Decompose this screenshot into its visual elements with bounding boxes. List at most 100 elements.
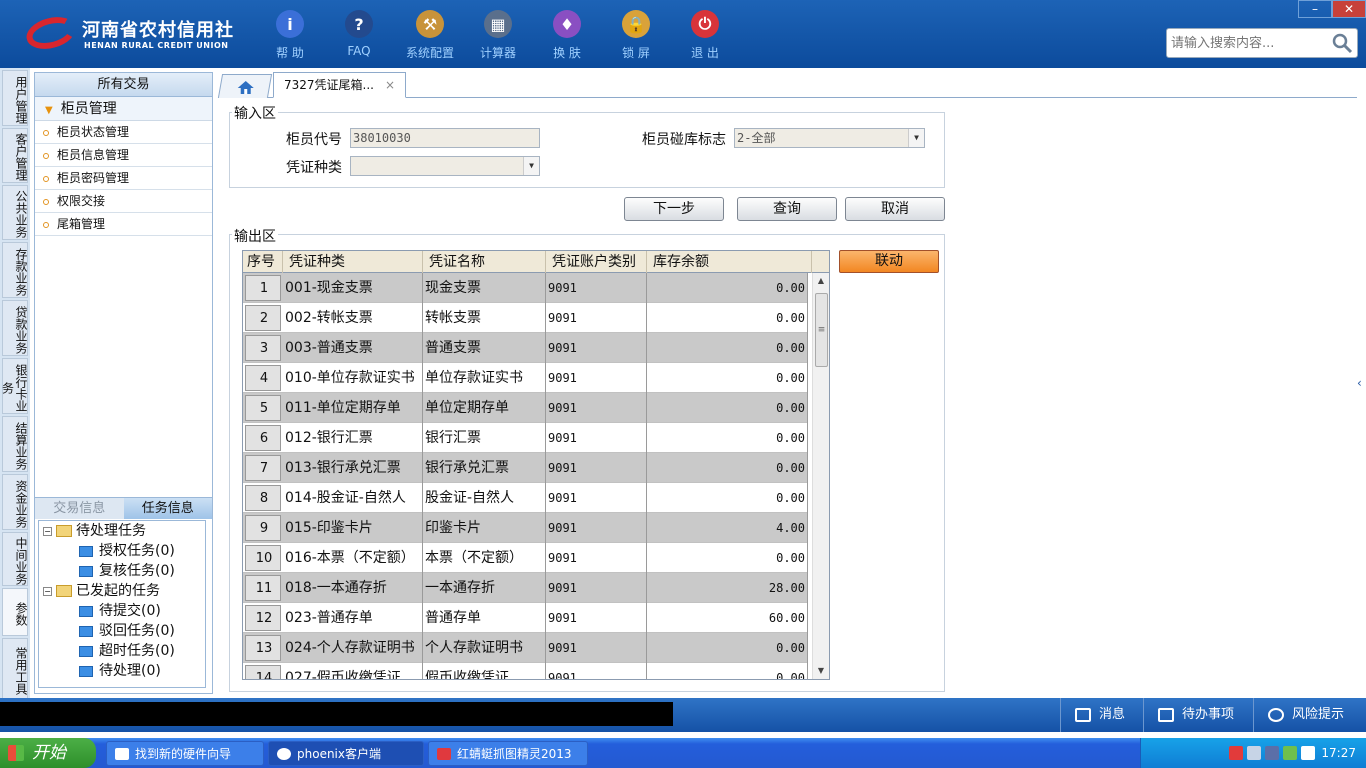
toolbar-button-0[interactable]: i 帮 助	[258, 8, 322, 62]
tree-node-initiated[interactable]: − 已发起的任务	[43, 581, 160, 601]
security-icon[interactable]	[1283, 746, 1297, 760]
lock-icon: 🔒	[622, 10, 650, 38]
voucher-name-cell: 单位定期存单	[423, 393, 546, 423]
task-hardware-wizard[interactable]: 找到新的硬件向导	[106, 741, 264, 766]
toolbar-button-6[interactable]: ⏻ 退 出	[673, 8, 737, 62]
teller-code-field[interactable]: 38010030	[350, 128, 540, 148]
column-header[interactable]: 凭证种类	[283, 251, 423, 273]
collapse-icon[interactable]: −	[43, 586, 52, 596]
tree-node-review[interactable]: 复核任务(0)	[79, 561, 175, 581]
minimize-button[interactable]: –	[1298, 0, 1332, 18]
tree-node-rejected[interactable]: 驳回任务(0)	[79, 621, 175, 641]
tree-node-to-submit[interactable]: 待提交(0)	[79, 601, 161, 621]
search-input[interactable]	[1167, 29, 1327, 57]
module-tab-8[interactable]: 中间业务	[2, 532, 28, 586]
close-icon[interactable]: ×	[385, 73, 395, 97]
transaction-item[interactable]: 尾箱管理	[35, 213, 212, 236]
toolbar-button-1[interactable]: ? FAQ	[327, 8, 391, 62]
collapse-icon[interactable]: −	[43, 526, 52, 536]
tree-node-timeout[interactable]: 超时任务(0)	[79, 641, 175, 661]
table-row[interactable]: 8 014-股金证-自然人 股金证-自然人 9091 0.00	[243, 483, 808, 513]
table-row[interactable]: 12 023-普通存单 普通存单 9091 60.00	[243, 603, 808, 633]
teller-management-group[interactable]: ▼ 柜员管理	[35, 97, 212, 121]
table-row[interactable]: 11 018-一本通存折 一本通存折 9091 28.00	[243, 573, 808, 603]
table-row[interactable]: 1 001-现金支票 现金支票 9091 0.00	[243, 273, 808, 303]
table-row[interactable]: 13 024-个人存款证明书 个人存款证明书 9091 0.00	[243, 633, 808, 663]
tree-node-pending[interactable]: − 待处理任务	[43, 521, 146, 541]
column-header[interactable]: 库存余额	[647, 251, 812, 273]
chevron-down-icon[interactable]: ▼	[908, 129, 924, 147]
vpn-icon[interactable]	[1301, 746, 1315, 760]
column-header[interactable]: 凭证名称	[423, 251, 546, 273]
table-row[interactable]: 2 002-转帐支票 转帐支票 9091 0.00	[243, 303, 808, 333]
table-row[interactable]: 14 027-假币收缴凭证 假币收缴凭证 9091 0.00	[243, 663, 808, 679]
vault-flag-select[interactable]: 2-全部 ▼	[734, 128, 925, 148]
voucher-type-select[interactable]: ▼	[350, 156, 540, 176]
todo-label: 待办事项	[1182, 707, 1235, 722]
toolbar-button-3[interactable]: ▦ 计算器	[466, 8, 530, 62]
tree-node-to-process[interactable]: 待处理(0)	[79, 661, 161, 681]
column-header[interactable]: 序号	[243, 251, 283, 273]
transaction-item[interactable]: 权限交接	[35, 190, 212, 213]
toolbar-button-2[interactable]: ⚒ 系统配置	[398, 8, 462, 62]
toolbar-label: 退 出	[691, 46, 719, 60]
module-tab-5[interactable]: 银行卡业务	[1, 358, 28, 414]
voucher-type-cell: 015-印鉴卡片	[283, 513, 423, 543]
module-tab-6[interactable]: 结算业务	[2, 416, 28, 472]
query-button[interactable]: 查询	[737, 197, 837, 221]
tree-node-auth[interactable]: 授权任务(0)	[79, 541, 175, 561]
scroll-thumb[interactable]: ≡	[815, 293, 828, 367]
scroll-down-icon[interactable]: ▼	[813, 663, 829, 679]
tab-transaction-info[interactable]: 交易信息	[35, 498, 124, 519]
table-row[interactable]: 5 011-单位定期存单 单位定期存单 9091 0.00	[243, 393, 808, 423]
module-tab-7[interactable]: 资金业务	[2, 474, 28, 530]
right-collapse-strip[interactable]: ‹	[1357, 68, 1366, 698]
module-tab-9[interactable]: 参数	[2, 588, 28, 636]
table-row[interactable]: 4 010-单位存款证实书 单位存款证实书 9091 0.00	[243, 363, 808, 393]
monitor-icon[interactable]	[1265, 746, 1279, 760]
all-transactions-header[interactable]: 所有交易	[35, 73, 212, 97]
scroll-up-icon[interactable]: ▲	[813, 273, 829, 289]
transaction-item[interactable]: 柜员密码管理	[35, 167, 212, 190]
task-label: 找到新的硬件向导	[135, 747, 232, 761]
toolbar-button-5[interactable]: 🔒 锁 屏	[604, 8, 668, 62]
transaction-item[interactable]: 柜员状态管理	[35, 121, 212, 144]
next-step-button[interactable]: 下一步	[624, 197, 724, 221]
close-button[interactable]: ✕	[1332, 0, 1366, 18]
module-tab-0[interactable]: 用户管理	[2, 70, 28, 126]
network-icon[interactable]	[1247, 746, 1261, 760]
search-icon[interactable]	[1331, 32, 1353, 54]
chevron-left-icon[interactable]: ‹	[1357, 376, 1362, 390]
table-row[interactable]: 3 003-普通支票 普通支票 9091 0.00	[243, 333, 808, 363]
module-tab-10[interactable]: 常用工具	[2, 638, 28, 700]
table-row[interactable]: 7 013-银行承兑汇票 银行承兑汇票 9091 0.00	[243, 453, 808, 483]
risk-alert-button[interactable]: 风险提示	[1253, 698, 1366, 732]
messages-button[interactable]: 消息	[1060, 698, 1143, 732]
module-tab-4[interactable]: 贷款业务	[2, 300, 28, 356]
tab-home[interactable]	[217, 74, 273, 98]
module-tab-3[interactable]: 存款业务	[2, 242, 28, 298]
todo-button[interactable]: 待办事项	[1143, 698, 1246, 732]
vertical-scrollbar[interactable]: ▲ ≡ ▼	[812, 273, 829, 679]
voucher-type-cell: 002-转帐支票	[283, 303, 423, 333]
tray-app-icon[interactable]	[1229, 746, 1243, 760]
table-row[interactable]: 10 016-本票（不定额） 本票（不定额） 9091 0.00	[243, 543, 808, 573]
table-row[interactable]: 9 015-印鉴卡片 印鉴卡片 9091 4.00	[243, 513, 808, 543]
module-tab-1[interactable]: 客户管理	[2, 128, 28, 183]
column-header[interactable]: 凭证账户类别	[546, 251, 647, 273]
table-row[interactable]: 6 012-银行汇票 银行汇票 9091 0.00	[243, 423, 808, 453]
tab-voucher-box[interactable]: 7327凭证尾箱... ×	[273, 72, 406, 98]
row-number-cell: 12	[245, 605, 281, 631]
transaction-item[interactable]: 柜员信息管理	[35, 144, 212, 167]
table-header: 序号 凭证种类 凭证名称 凭证账户类别 库存余额	[243, 251, 829, 273]
cancel-button[interactable]: 取消	[845, 197, 945, 221]
task-phoenix-client[interactable]: phoenix客户端	[268, 741, 424, 766]
voucher-name-cell: 股金证-自然人	[423, 483, 546, 513]
start-button[interactable]: 开始	[0, 738, 96, 768]
toolbar-button-4[interactable]: ♦ 换 肤	[535, 8, 599, 62]
task-screenshot-tool[interactable]: 红蜻蜓抓图精灵2013	[428, 741, 588, 766]
tab-task-info[interactable]: 任务信息	[123, 498, 212, 519]
module-tab-2[interactable]: 公共业务	[2, 185, 28, 240]
chevron-down-icon[interactable]: ▼	[523, 157, 539, 175]
link-button[interactable]: 联动	[839, 250, 939, 273]
